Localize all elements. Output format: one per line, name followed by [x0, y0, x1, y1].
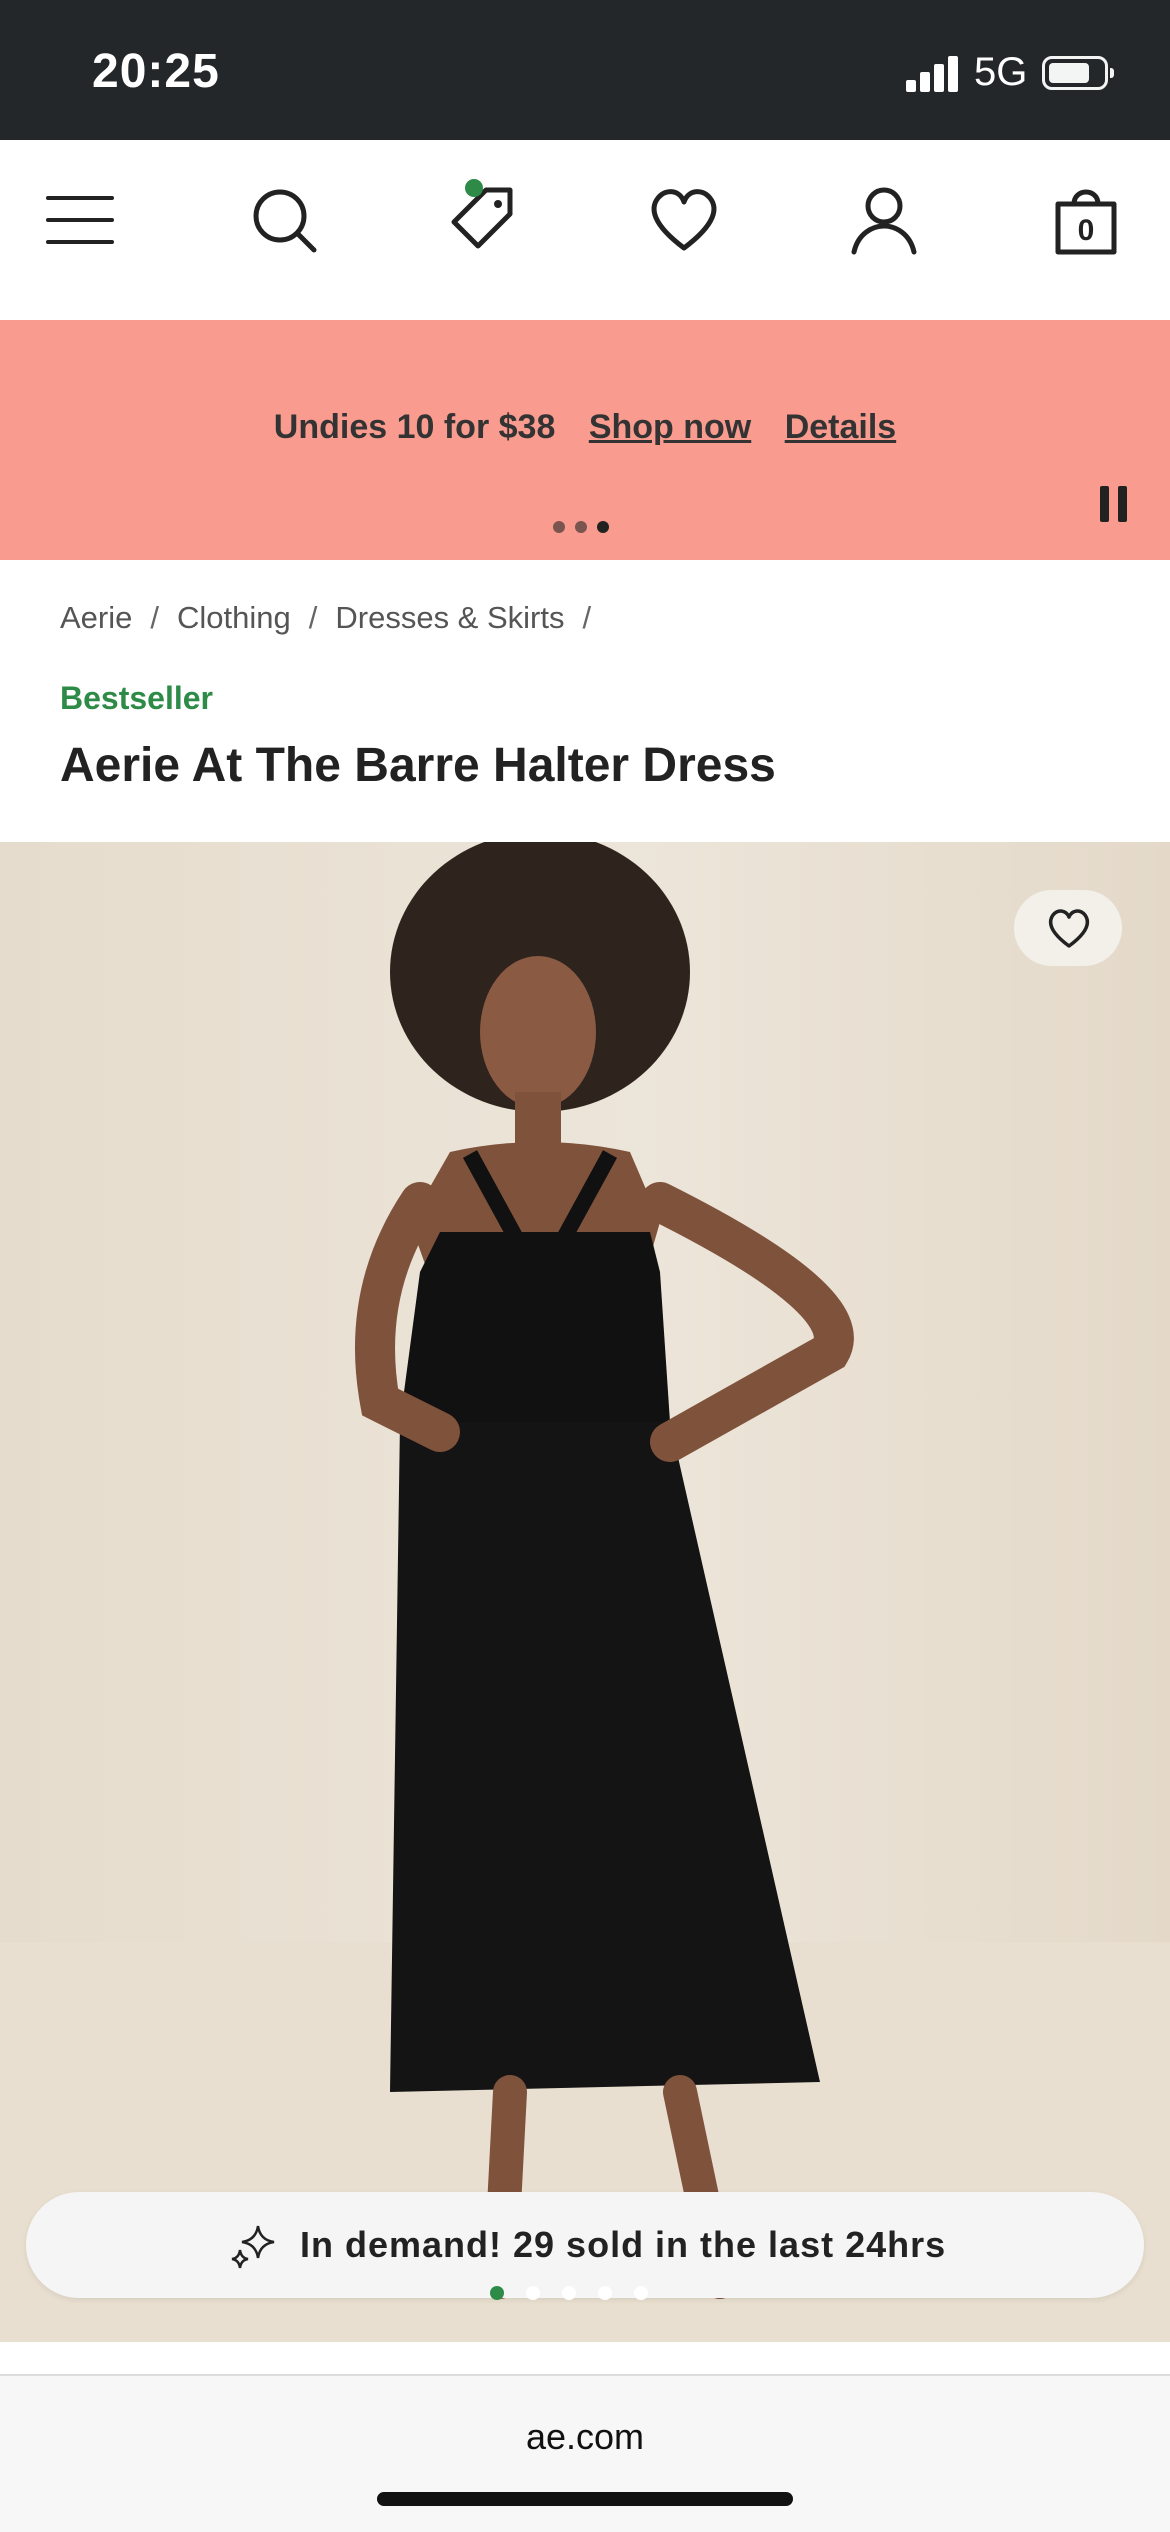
breadcrumb-item[interactable]: Clothing	[177, 600, 291, 635]
promo-carousel-dots[interactable]	[553, 520, 619, 538]
details-link[interactable]: Details	[785, 408, 897, 446]
breadcrumb-item[interactable]: Dresses & Skirts	[335, 600, 564, 635]
offers-tag-icon[interactable]	[442, 178, 526, 262]
account-icon[interactable]	[842, 178, 926, 262]
wishlist-icon[interactable]	[642, 178, 726, 262]
status-time: 20:25	[92, 45, 220, 98]
sparkle-icon	[231, 2225, 275, 2269]
bestseller-badge: Bestseller	[60, 680, 213, 716]
browser-address-bar[interactable]: ae.com	[0, 2374, 1170, 2532]
battery-icon	[1042, 56, 1114, 90]
demand-banner: In demand! 29 sold in the last 24hrs	[26, 2192, 1144, 2298]
shop-now-link[interactable]: Shop now	[589, 408, 751, 446]
model-illustration	[0, 842, 1170, 2342]
search-icon[interactable]	[242, 178, 326, 262]
network-label: 5G	[974, 50, 1028, 94]
demand-text: In demand! 29 sold in the last 24hrs	[300, 2224, 947, 2265]
status-bar: 20:25 5G	[0, 0, 1170, 140]
pause-icon[interactable]	[1100, 486, 1130, 522]
breadcrumb: Aerie / Clothing / Dresses & Skirts /	[60, 600, 592, 635]
menu-icon[interactable]	[40, 178, 124, 262]
promo-text: Undies 10 for $38	[273, 408, 556, 446]
heart-icon	[1048, 909, 1090, 948]
signal-icon	[906, 56, 960, 92]
image-carousel-dots[interactable]	[490, 2286, 670, 2305]
product-title: Aerie At The Barre Halter Dress	[60, 739, 776, 792]
product-image[interactable]	[0, 842, 1170, 2342]
home-indicator[interactable]	[377, 2492, 793, 2506]
top-nav: 0	[0, 140, 1170, 320]
favorite-button[interactable]	[1014, 890, 1122, 966]
promo-banner: Undies 10 for $38 Shop now Details	[0, 320, 1170, 560]
bag-count: 0	[1077, 214, 1095, 247]
url-text: ae.com	[525, 2416, 645, 2457]
shopping-bag-icon[interactable]: 0	[1044, 178, 1128, 262]
breadcrumb-item[interactable]: Aerie	[60, 600, 132, 635]
